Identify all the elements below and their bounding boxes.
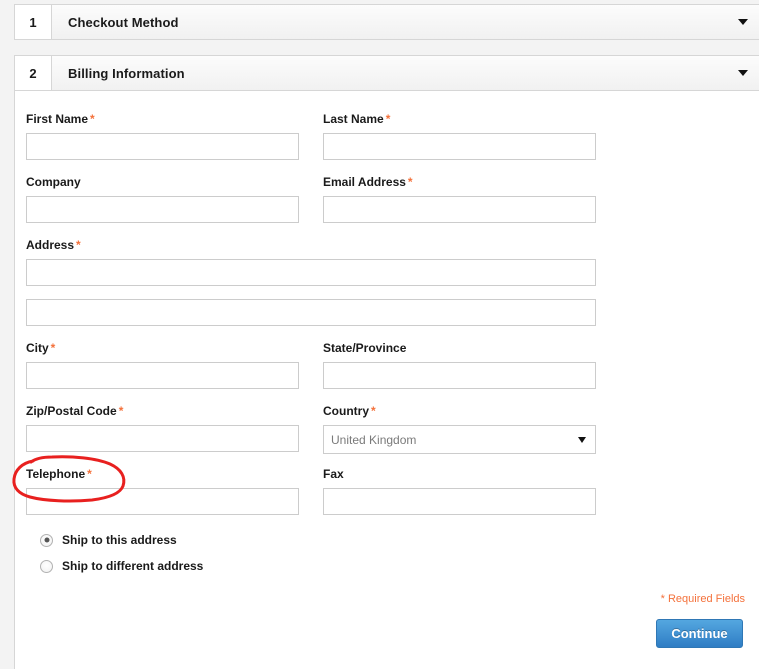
accordion-step-checkout-method[interactable]: 1 Checkout Method (14, 4, 759, 40)
chevron-down-icon[interactable] (738, 70, 748, 76)
country-select[interactable]: United Kingdom (323, 425, 596, 454)
required-asterisk: * (385, 112, 391, 126)
label-address-text: Address (26, 238, 75, 252)
required-fields-note: * Required Fields (660, 593, 745, 605)
step-number-1: 1 (15, 5, 52, 39)
radio-option-ship-to-different-address[interactable]: Ship to different address (40, 555, 203, 577)
zip-postal-code-input[interactable] (26, 425, 299, 452)
label-company: Company (26, 175, 299, 189)
address-line-2-input[interactable] (26, 299, 596, 326)
company-input[interactable] (26, 196, 299, 223)
field-telephone: Telephone * (26, 467, 299, 515)
step-title-area-1[interactable]: Checkout Method (52, 5, 759, 39)
label-state-province: State/Province (323, 341, 596, 355)
field-country: Country * United Kingdom (323, 404, 596, 454)
required-asterisk: * (76, 238, 81, 252)
label-email-address-text: Email Address (323, 175, 406, 189)
state-province-input[interactable] (323, 362, 596, 389)
label-country-text: Country (323, 404, 369, 418)
label-zip-postal-code-text: Zip/Postal Code (26, 404, 117, 418)
radio-label-ship-to-this-address: Ship to this address (62, 533, 177, 547)
required-asterisk: * (407, 175, 413, 189)
address-line-1-input[interactable] (26, 259, 596, 286)
required-asterisk: * (50, 341, 56, 355)
radio-option-ship-to-this-address[interactable]: Ship to this address (40, 529, 203, 551)
required-asterisk: * (90, 112, 95, 126)
chevron-down-icon[interactable] (738, 19, 748, 25)
label-last-name: Last Name * (323, 112, 596, 126)
label-first-name-text: First Name (26, 112, 89, 126)
radio-icon-unselected[interactable] (40, 559, 53, 573)
label-address: Address * (26, 238, 596, 252)
field-company: Company (26, 175, 299, 223)
field-email-address: Email Address * (323, 175, 596, 223)
label-country: Country * (323, 404, 596, 418)
field-last-name: Last Name * (323, 112, 596, 160)
step-title-billing-information: Billing Information (68, 65, 185, 81)
required-asterisk: * (118, 404, 124, 418)
field-city: City * (26, 341, 299, 389)
fax-input[interactable] (323, 488, 596, 515)
label-state-province-text: State/Province (323, 341, 407, 355)
email-address-input[interactable] (323, 196, 596, 223)
city-input[interactable] (26, 362, 299, 389)
country-select-wrapper[interactable]: United Kingdom (323, 425, 596, 454)
field-first-name: First Name * (26, 112, 299, 160)
label-first-name: First Name * (26, 112, 299, 126)
label-fax-text: Fax (323, 467, 344, 481)
first-name-input[interactable] (26, 133, 299, 160)
step-title-checkout-method: Checkout Method (68, 14, 179, 30)
field-state-province: State/Province (323, 341, 596, 389)
continue-button[interactable]: Continue (656, 619, 743, 648)
checkout-page: 1 Checkout Method 2 Billing Information … (0, 0, 759, 669)
shipping-address-options: Ship to this address Ship to different a… (40, 529, 203, 581)
label-zip-postal-code: Zip/Postal Code * (26, 404, 299, 418)
field-fax: Fax (323, 467, 596, 515)
label-city-text: City (26, 341, 49, 355)
step-number-2: 2 (15, 56, 52, 90)
label-email-address: Email Address * (323, 175, 596, 189)
required-asterisk: * (87, 467, 92, 481)
label-last-name-text: Last Name (323, 112, 384, 126)
field-address-line-2 (26, 299, 596, 326)
label-company-text: Company (26, 175, 81, 189)
telephone-input[interactable] (26, 488, 299, 515)
telephone-label: Telephone * (26, 467, 299, 481)
field-address-line-1: Address * (26, 238, 596, 286)
billing-information-form: First Name * Last Name * Company Email Add… (14, 91, 759, 669)
field-zip-postal-code: Zip/Postal Code * (26, 404, 299, 452)
accordion-step-billing-information[interactable]: 2 Billing Information (14, 55, 759, 91)
required-asterisk: * (371, 404, 376, 418)
radio-icon-selected[interactable] (40, 533, 53, 547)
last-name-input[interactable] (323, 133, 596, 160)
radio-label-ship-to-different-address: Ship to different address (62, 559, 204, 573)
label-telephone-text: Telephone (26, 467, 86, 481)
step-title-area-2[interactable]: Billing Information (52, 56, 759, 90)
label-fax: Fax (323, 467, 596, 481)
label-city: City * (26, 341, 299, 355)
